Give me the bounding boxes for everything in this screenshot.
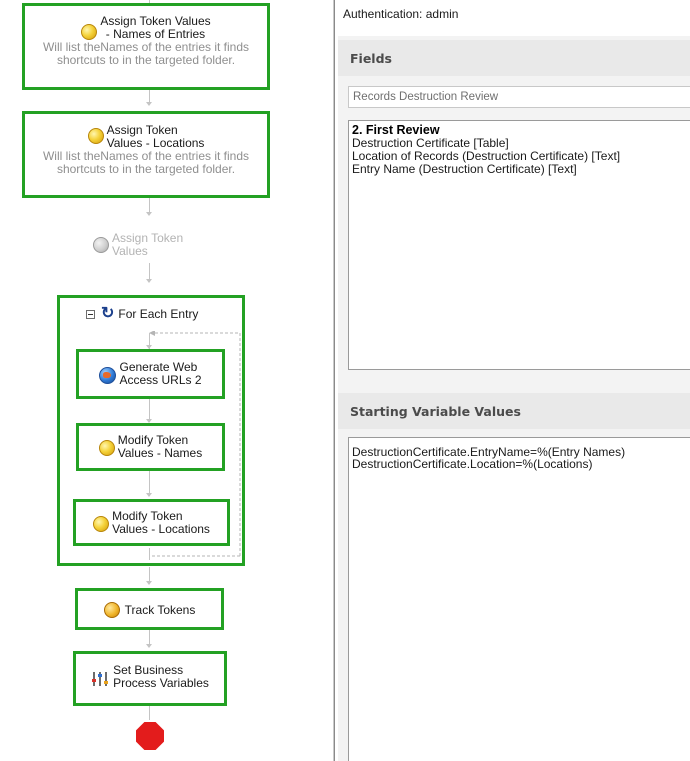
activity-title-line2: Values - Names [117,446,203,460]
workflow-canvas[interactable]: Assign Token Values - Names of Entries W… [0,0,300,761]
activity-title-line2: Values [112,244,148,258]
loop-icon: ↻ [101,305,115,322]
assign-token-values-locations-activity[interactable]: Assign Token Values - Locations Will lis… [22,111,270,198]
globe-icon [99,367,117,384]
activity-title-line2: Access URLs 2 [119,373,202,387]
token-icon [93,237,109,253]
connector [149,706,150,720]
connector-arrow [146,581,152,585]
assign-token-values-disabled-activity[interactable]: Assign Token Values [93,232,183,258]
variable-line: DestructionCertificate.Location=%(Locati… [352,457,593,471]
for-each-entry-container[interactable]: ↻ For Each Entry Generate Web Access URL… [57,295,245,566]
authentication-row: Authentication: admin [338,0,690,36]
authentication-label: Authentication: admin [343,7,459,21]
connector-arrow [146,102,152,106]
fields-section-body: Records Destruction Review 2. First Revi… [338,76,690,376]
activity-title: Track Tokens [124,602,196,617]
token-icon [81,24,98,40]
stop-icon[interactable] [136,722,164,750]
token-icon [87,128,104,144]
for-each-title: For Each Entry [118,306,199,321]
connector-arrow [146,279,152,283]
collapse-icon[interactable] [86,309,95,319]
connector-arrow [146,212,152,216]
set-business-process-variables-activity[interactable]: Set Business Process Variables [73,651,227,706]
connector-arrow [146,644,152,648]
generate-web-access-urls-activity[interactable]: Generate Web Access URLs 2 [76,349,225,399]
panel-splitter[interactable] [333,0,335,761]
track-tokens-icon [103,602,120,618]
activity-description: shortcuts to in the targeted folder. [56,162,236,176]
starting-variables-textarea[interactable]: DestructionCertificate.EntryName=%(Entry… [348,437,690,761]
connector-arrow [146,493,152,497]
activity-description: shortcuts to in the targeted folder. [56,53,236,67]
fields-list[interactable]: 2. First Review Destruction Certificate … [348,120,690,370]
variables-icon [92,672,109,686]
track-tokens-activity[interactable]: Track Tokens [75,588,224,630]
modify-token-values-names-activity[interactable]: Modify Token Values - Names [76,423,225,471]
properties-panel: Authentication: admin Fields Records Des… [338,0,690,761]
fields-header-label: Fields [350,51,392,66]
modify-token-values-locations-activity[interactable]: Modify Token Values - Locations [73,499,230,546]
assign-token-values-names-activity[interactable]: Assign Token Values - Names of Entries W… [22,3,270,90]
form-select-value: Records Destruction Review [353,91,499,103]
form-select[interactable]: Records Destruction Review [348,86,690,108]
activity-title-line2: Process Variables [113,676,209,690]
fields-section-header[interactable]: Fields [338,40,690,76]
for-each-header: ↻ For Each Entry [86,305,199,322]
list-item[interactable]: Entry Name (Destruction Certificate) [Te… [352,163,689,176]
token-icon [98,440,115,456]
token-icon [93,516,110,532]
connector [149,548,150,560]
starting-variables-section-header[interactable]: Starting Variable Values [338,393,690,429]
starting-variables-header-label: Starting Variable Values [350,404,521,419]
activity-title-line2: Values - Locations [112,522,210,536]
